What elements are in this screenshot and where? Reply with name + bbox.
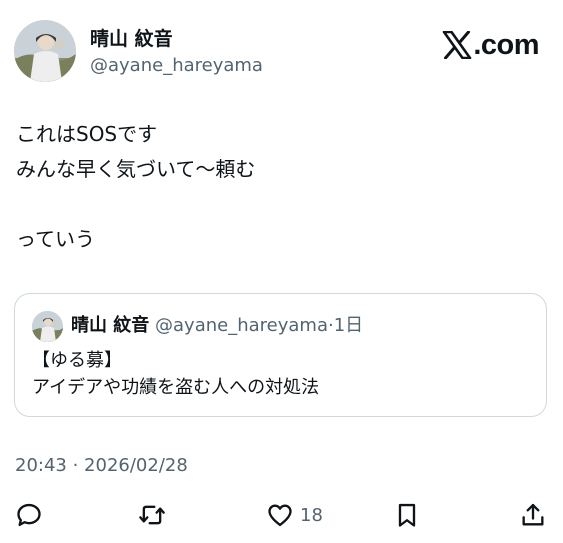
reply-icon [17, 503, 41, 527]
tweet-line: みんな早く気づいて〜頼む [16, 157, 256, 181]
tweet-line: っていう [16, 227, 95, 251]
retweet-icon [139, 505, 165, 525]
quoted-tweet-card[interactable]: 晴山 紋音 @ayane_hareyama·1日 【ゆる募】 アイデアや功績を盗… [14, 293, 547, 417]
quoted-avatar [32, 311, 63, 342]
quoted-handle: @ayane_hareyama [155, 315, 328, 336]
bookmark-icon [398, 503, 416, 527]
quoted-line: アイデアや功績を盗む人への対処法 [32, 377, 320, 398]
tweet-line [16, 187, 255, 222]
quoted-avatar-image [32, 311, 63, 342]
brand-logo: .com [442, 28, 539, 62]
share-icon [522, 503, 544, 526]
heart-icon [268, 504, 292, 527]
tweet-line: これはSOSです [16, 122, 158, 146]
quoted-time: 1日 [333, 315, 364, 336]
quoted-line: 【ゆる募】 [32, 350, 122, 371]
tweet-timestamp[interactable]: 20:43 · 2026/02/28 [15, 454, 188, 478]
bookmark-button[interactable] [393, 499, 421, 531]
like-button[interactable]: 18 [266, 499, 323, 531]
reply-button[interactable] [15, 499, 43, 531]
author-display-name[interactable]: 晴山 紋音 [90, 26, 173, 52]
author-handle[interactable]: @ayane_hareyama [90, 53, 263, 79]
avatar-image [14, 20, 76, 82]
tweet-text: これはSOSです みんな早く気づいて〜頼む っていう [16, 117, 255, 257]
quoted-tweet-text: 【ゆる募】 アイデアや功績を盗む人への対処法 [32, 347, 319, 401]
brand-text: .com [473, 29, 539, 61]
like-count: 18 [300, 504, 323, 526]
quoted-display-name: 晴山 紋音 [71, 315, 150, 336]
retweet-button[interactable] [138, 499, 166, 531]
avatar[interactable] [14, 20, 76, 82]
share-button[interactable] [519, 499, 547, 531]
quoted-header: 晴山 紋音 @ayane_hareyama·1日 [71, 313, 363, 339]
x-logo-icon [443, 31, 472, 59]
